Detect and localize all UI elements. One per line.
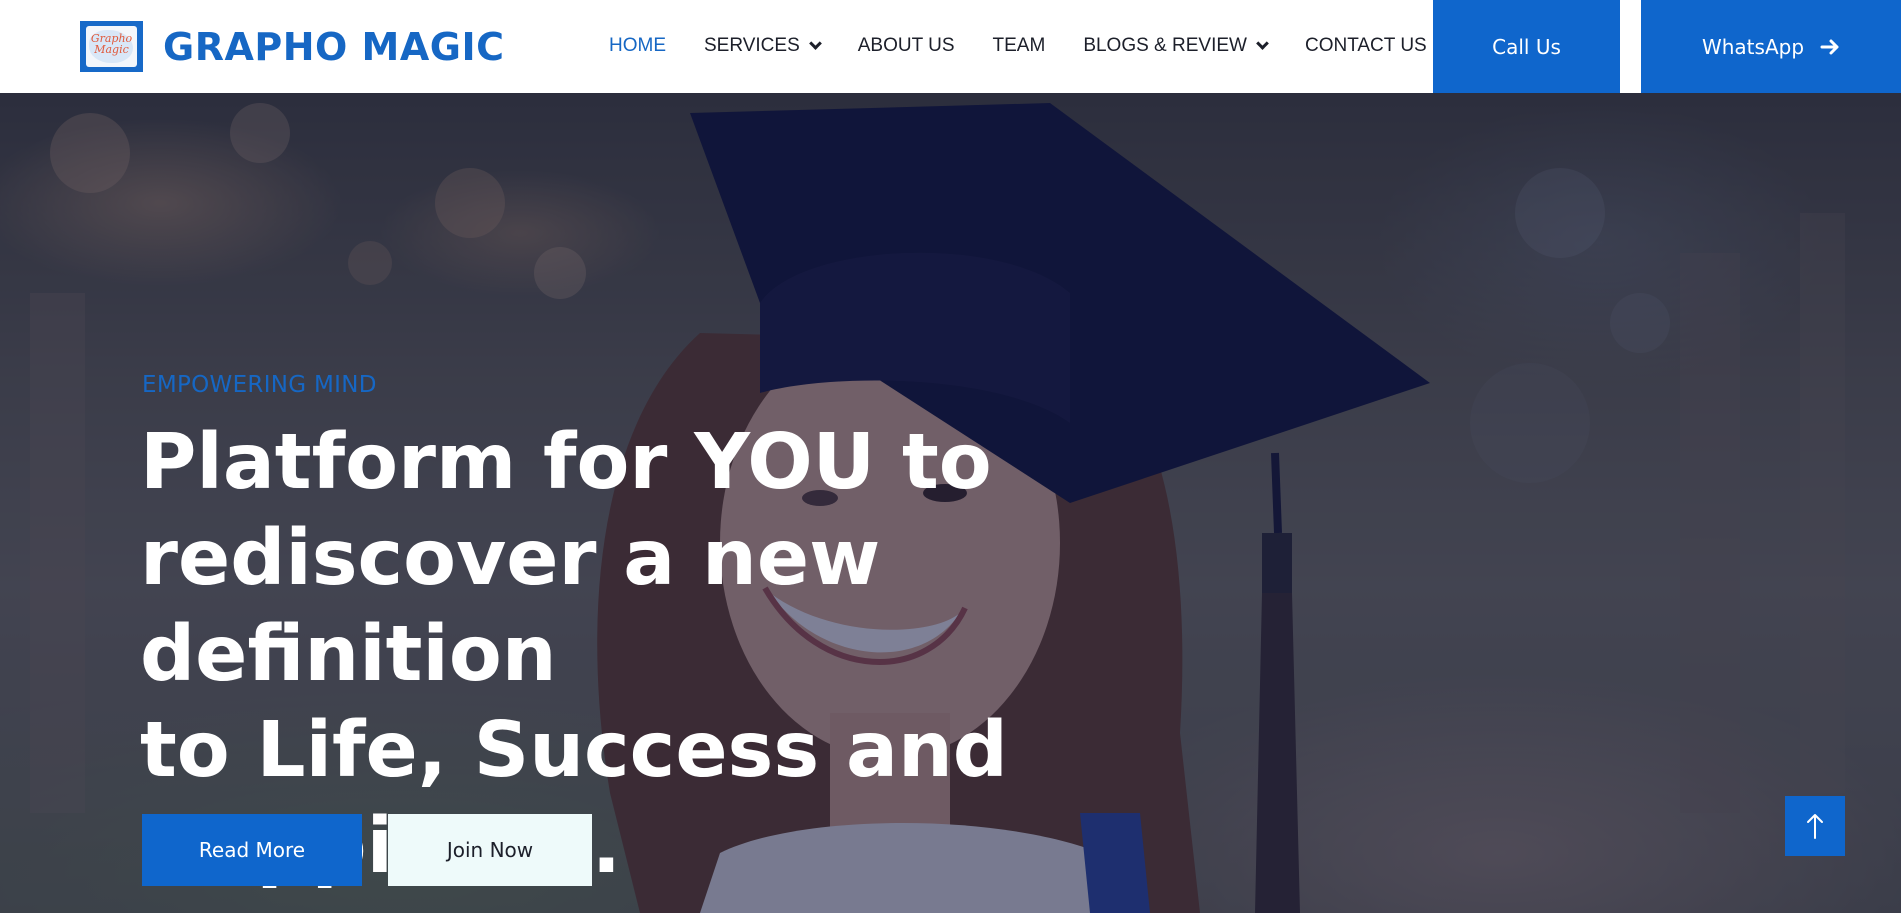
grapho-magic-logo-icon: Grapho Magic <box>80 21 143 72</box>
hero-section: EMPOWERING MIND Platform for YOU to redi… <box>0 93 1901 913</box>
scroll-to-top-button[interactable] <box>1785 796 1845 856</box>
nav-item-label: CONTACT US <box>1304 35 1427 56</box>
hero-headline-line: rediscover a new definition <box>140 514 881 699</box>
arrow-right-icon <box>1820 39 1839 54</box>
chevron-down-icon <box>808 36 822 50</box>
nav-item-home[interactable]: HOME <box>609 35 666 57</box>
site-header: Grapho Magic GRAPHO MAGIC HOME SERVICES … <box>0 0 1901 93</box>
chevron-down-icon <box>1256 36 1269 50</box>
main-nav: HOME SERVICES ABOUT US TEAM BLOGS & REVI… <box>609 34 1427 58</box>
whatsapp-label: WhatsApp <box>1701 34 1805 59</box>
nav-item-label: BLOGS & REVIEW <box>1083 35 1247 56</box>
call-us-label: Call Us <box>1492 34 1561 59</box>
logo-text-line2: Magic <box>94 43 129 56</box>
whatsapp-button[interactable]: WhatsApp <box>1641 0 1901 93</box>
join-now-button[interactable]: Join Now <box>388 814 592 886</box>
nav-item-label: SERVICES <box>704 35 800 56</box>
join-now-label: Join Now <box>446 838 534 862</box>
brand-home-link[interactable]: Grapho Magic GRAPHO MAGIC <box>80 21 505 72</box>
brand-name: GRAPHO MAGIC <box>163 24 505 69</box>
call-us-button[interactable]: Call Us <box>1433 0 1620 93</box>
nav-item-services[interactable]: SERVICES <box>704 35 822 57</box>
read-more-label: Read More <box>198 838 306 862</box>
nav-item-blogs-review[interactable]: BLOGS & REVIEW <box>1083 35 1269 57</box>
nav-item-label: HOME <box>609 35 666 56</box>
hero-headline-line: Platform for YOU to <box>140 418 992 507</box>
arrow-up-icon <box>1807 814 1823 839</box>
nav-item-label: TEAM <box>992 35 1046 56</box>
nav-item-contact-us[interactable]: CONTACT US <box>1305 35 1427 57</box>
nav-item-about-us[interactable]: ABOUT US <box>858 35 955 57</box>
read-more-button[interactable]: Read More <box>142 814 362 886</box>
hero-headline-line: to Life, Success and <box>140 706 1008 795</box>
nav-item-team[interactable]: TEAM <box>993 35 1046 57</box>
nav-item-label: ABOUT US <box>857 35 955 56</box>
hero-eyebrow: EMPOWERING MIND <box>142 372 377 398</box>
